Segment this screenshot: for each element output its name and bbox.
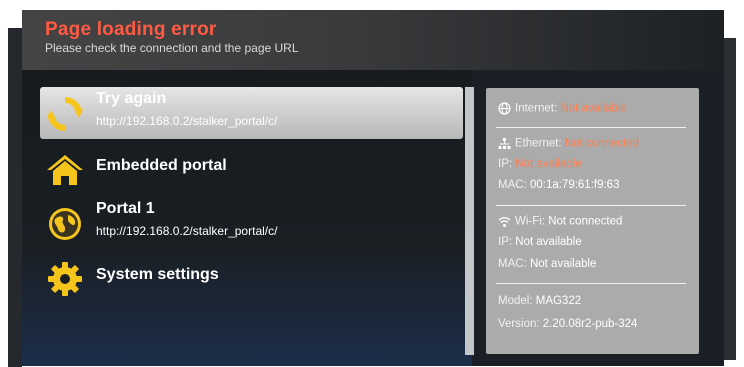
menu-item-label: System settings — [96, 266, 219, 283]
ethernet-icon — [498, 138, 511, 149]
menu-item-system-settings[interactable]: System settings — [40, 252, 463, 304]
internet-status-row: Internet: Not available — [498, 102, 627, 115]
globe-icon — [49, 208, 81, 240]
divider — [496, 127, 686, 128]
wifi-mac-label: MAC: — [498, 258, 527, 270]
menu-scrollbar[interactable] — [465, 87, 474, 355]
divider — [496, 283, 686, 284]
wifi-ip-row: IP: Not available — [498, 236, 582, 248]
portal-menu: Try again http://192.168.0.2/stalker_por… — [22, 70, 472, 366]
divider — [496, 205, 686, 206]
home-icon — [47, 155, 83, 185]
version-value: 2.20.08r2-pub-324 — [542, 318, 638, 330]
wifi-ip-label: IP: — [498, 236, 513, 248]
ethernet-value: Not connected — [564, 137, 640, 150]
model-value: MAG322 — [535, 295, 582, 307]
page-subtitle: Please check the connection and the page… — [45, 41, 299, 55]
menu-item-label: Embedded portal — [96, 157, 227, 174]
menu-item-embedded-portal[interactable]: Embedded portal — [40, 143, 463, 195]
wifi-label: Wi-Fi: — [515, 215, 546, 228]
ethernet-ip-value: Not available — [515, 158, 582, 170]
menu-item-portal-1[interactable]: Portal 1 http://192.168.0.2/stalker_port… — [40, 197, 463, 249]
ethernet-ip-label: IP: — [498, 158, 513, 170]
network-status-panel: Internet: Not available Ethernet: Not co… — [486, 88, 699, 354]
ethernet-mac-label: MAC: — [498, 179, 527, 191]
menu-item-url: http://192.168.0.2/stalker_portal/c/ — [96, 224, 278, 238]
model-label: Model: — [498, 295, 533, 307]
ethernet-mac-row: MAC: 00:1a:79:61:f9:63 — [498, 179, 619, 191]
menu-item-label: Portal 1 — [96, 200, 155, 217]
ethernet-mac-value: 00:1a:79:61:f9:63 — [529, 179, 620, 191]
ethernet-status-row: Ethernet: Not connected — [498, 137, 639, 150]
model-row: Model: MAG322 — [498, 295, 581, 307]
wifi-status-row: Wi-Fi: Not connected — [498, 215, 622, 228]
wifi-ip-value: Not available — [515, 236, 582, 248]
wifi-icon — [498, 217, 511, 227]
version-row: Version: 2.20.08r2-pub-324 — [498, 318, 637, 330]
menu-item-try-again[interactable]: Try again http://192.168.0.2/stalker_por… — [40, 87, 463, 139]
internet-value: Not available — [560, 102, 627, 115]
wifi-value: Not connected — [548, 215, 623, 228]
menu-item-label: Try again — [96, 90, 167, 107]
refresh-icon — [47, 97, 83, 131]
error-header: Page loading error Please check the conn… — [22, 10, 724, 70]
ethernet-ip-row: IP: Not available — [498, 158, 582, 170]
page-title: Page loading error — [45, 19, 217, 40]
version-label: Version: — [498, 318, 540, 330]
gear-icon — [48, 262, 82, 296]
portal-error-screen: Page loading error Please check the conn… — [22, 10, 724, 366]
ethernet-label: Ethernet: — [515, 137, 562, 150]
menu-item-url: http://192.168.0.2/stalker_portal/c/ — [96, 114, 278, 128]
wifi-mac-row: MAC: Not available — [498, 258, 596, 270]
internet-label: Internet: — [515, 102, 558, 115]
wifi-mac-value: Not available — [529, 258, 597, 270]
screen-bezel-left — [8, 28, 22, 367]
screen-bezel-right — [722, 38, 736, 360]
globe-icon — [498, 102, 511, 115]
